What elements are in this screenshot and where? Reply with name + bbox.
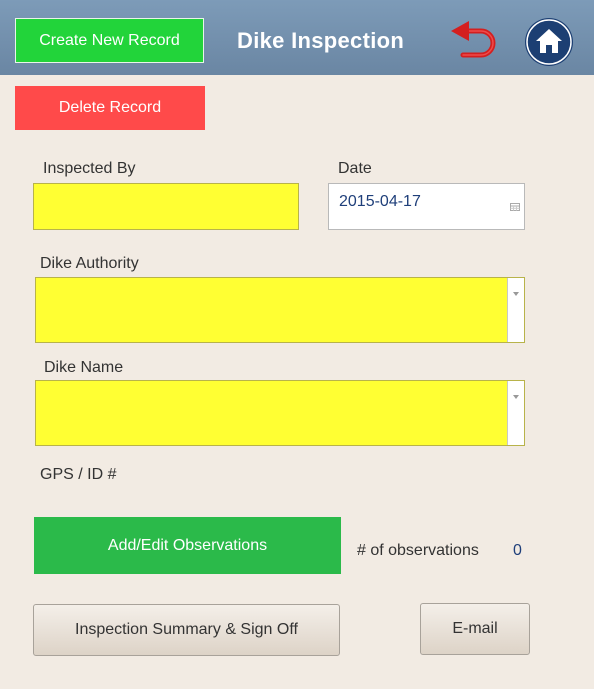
home-icon[interactable]: [524, 17, 574, 67]
inspection-summary-button[interactable]: Inspection Summary & Sign Off: [33, 604, 340, 656]
add-edit-observations-button[interactable]: Add/Edit Observations: [34, 517, 341, 574]
dike-name-label: Dike Name: [44, 359, 124, 376]
email-button[interactable]: E-mail: [420, 603, 530, 655]
dike-authority-dropdown[interactable]: [507, 278, 524, 342]
delete-record-button[interactable]: Delete Record: [15, 86, 205, 130]
chevron-down-icon: [513, 292, 519, 296]
dike-authority-label: Dike Authority: [40, 255, 139, 272]
dike-authority-select[interactable]: [35, 277, 525, 343]
inspected-by-label: Inspected By: [43, 160, 136, 177]
date-input[interactable]: 2015-04-17: [328, 183, 525, 230]
undo-arrow-icon[interactable]: [447, 21, 503, 65]
observations-count-value: 0: [513, 542, 522, 559]
app-header: Create New Record Dike Inspection: [0, 0, 594, 75]
inspected-by-input[interactable]: [33, 183, 299, 230]
dike-name-dropdown[interactable]: [507, 381, 524, 445]
dike-name-select[interactable]: [35, 380, 525, 446]
observations-count-label: # of observations: [357, 542, 479, 559]
create-new-record-button[interactable]: Create New Record: [15, 18, 204, 63]
page-title: Dike Inspection: [237, 28, 405, 53]
chevron-down-icon: [513, 395, 519, 399]
date-label: Date: [338, 160, 372, 177]
date-value: 2015-04-17: [339, 193, 421, 210]
gps-id-label: GPS / ID #: [40, 466, 117, 483]
calendar-icon[interactable]: [510, 203, 520, 211]
